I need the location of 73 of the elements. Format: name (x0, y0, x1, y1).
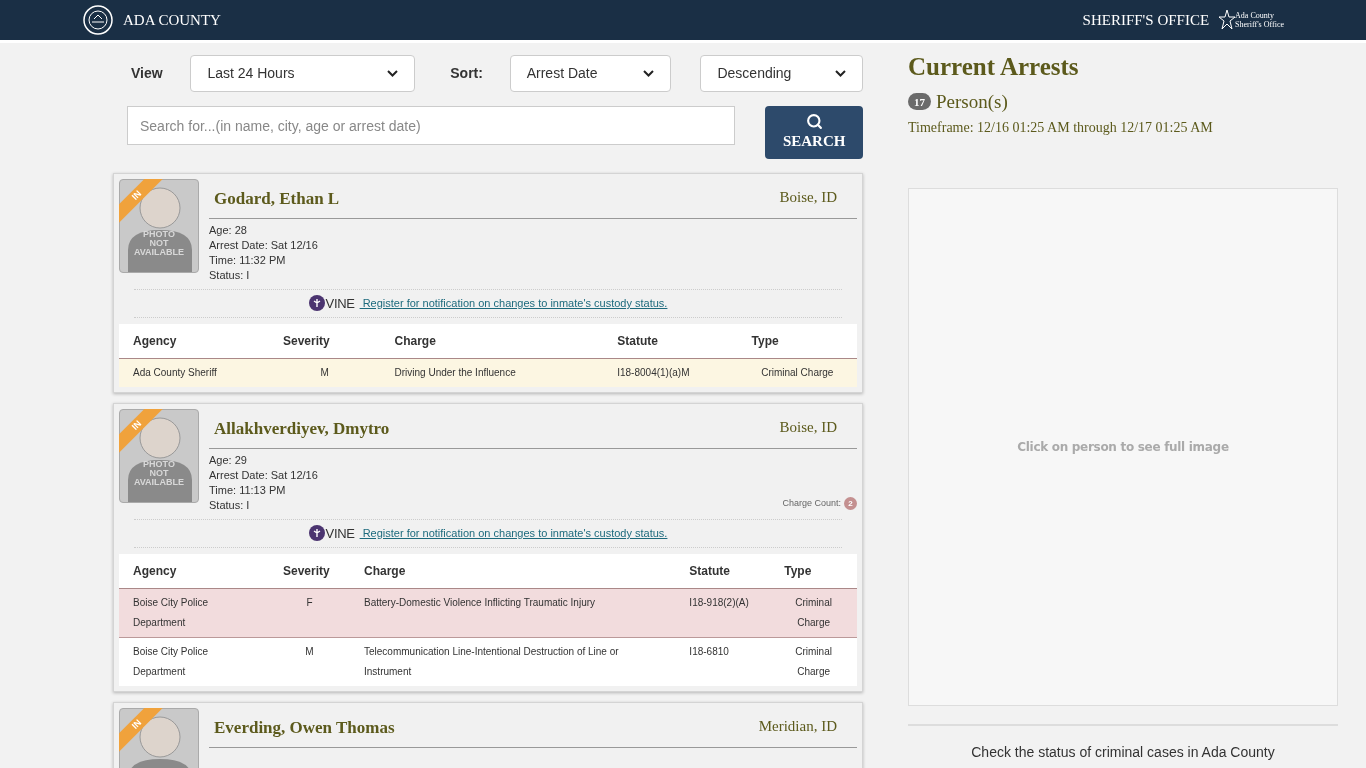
view-label: View (131, 64, 164, 83)
column-header: Statute (675, 554, 771, 589)
vine-logo-icon (308, 525, 325, 542)
table-cell: Boise City Police Department (119, 637, 269, 686)
column-header: Agency (119, 554, 269, 589)
table-cell: I18-918(2)(A) (675, 588, 771, 638)
search-icon (805, 112, 823, 130)
table-cell: Driving Under the Influence (380, 358, 604, 387)
vine-logo-icon (308, 295, 325, 312)
photo-not-available-label: PHOTO NOT AVAILABLE (133, 460, 185, 487)
detail-text: Status: I (209, 497, 251, 513)
column-header: Statute (603, 324, 738, 359)
site-title[interactable]: ADA COUNTY (123, 8, 221, 32)
chevron-icon (643, 70, 655, 77)
table-cell: M (269, 358, 381, 387)
column-header: Severity (269, 324, 381, 359)
section-title: Current Arrests (908, 52, 1080, 82)
column-header: Severity (269, 554, 350, 589)
table-cell: Criminal Charge (737, 358, 857, 387)
person-name[interactable]: Everding, Owen Thomas (214, 715, 395, 741)
vine-register-link[interactable]: Register for notification on changes to inmate's custody status. (359, 525, 668, 542)
count-badge: 17 (908, 93, 931, 111)
table-cell: I18-8004(1)(a)M (603, 358, 738, 387)
location-text: Boise, ID (779, 418, 838, 437)
vine-register-link[interactable]: Register for notification on changes to inmate's custody status. (359, 295, 668, 312)
column-header: Charge (380, 324, 604, 359)
charge-count-badge: 2 (844, 497, 857, 511)
table-cell: Telecommunication Line-Intentional Destruction of Line or Instrument (350, 637, 676, 686)
charge-count-label: Charge Count: (782, 497, 841, 510)
court-cases-text[interactable]: Check the status of criminal cases in Ada County (908, 742, 1338, 763)
sheriff-logo[interactable]: Ada County Sheriff's Office (1219, 9, 1284, 31)
order-select[interactable]: Descending (700, 55, 863, 92)
column-header: Type (770, 554, 857, 589)
table-cell: Boise City Police Department (119, 588, 269, 638)
detail-text: Time: 11:13 PM (209, 482, 287, 498)
vine-label: VINE (325, 294, 355, 313)
search-field[interactable]: Search for...(in name, city, age or arrest date) (127, 106, 736, 145)
table-cell: F (269, 588, 350, 638)
detail-text: Time: 11:32 PM (209, 252, 287, 268)
column-header: Agency (119, 324, 269, 359)
sort-label: Sort: (450, 64, 484, 83)
table-cell: Ada County Sheriff (119, 358, 269, 387)
county-seal-icon[interactable] (83, 5, 113, 35)
detail-text: Age: 29 (209, 452, 248, 468)
logo-text: Ada County (1235, 11, 1275, 20)
detail-text: Age: 28 (209, 222, 248, 238)
office-title[interactable]: SHERIFF'S OFFICE (1082, 8, 1210, 32)
column-header: Type (737, 324, 857, 359)
view-select[interactable]: Last 24 Hours (190, 55, 416, 92)
search-button[interactable]: SEARCH (765, 106, 863, 159)
detail-text: Arrest Date: Sat 12/16 (209, 467, 318, 483)
chevron-icon (835, 70, 846, 77)
sort-select[interactable]: Arrest Date (509, 55, 672, 92)
count-label: Person(s) (936, 89, 1008, 114)
person-name[interactable]: Godard, Ethan L (214, 186, 340, 212)
table-cell: Battery-Domestic Violence Inflicting Traumatic Injury (350, 588, 676, 638)
logo-text: Sheriff's Office (1235, 20, 1284, 29)
table-cell: M (269, 637, 350, 686)
image-hint: Click on person to see full image (1017, 439, 1229, 456)
timeframe-text: Timeframe: 12/16 01:25 AM through 12/17 01:25 AM (908, 119, 1214, 137)
column-header: Charge (350, 554, 676, 589)
location-text: Meridian, ID (758, 717, 838, 736)
detail-text: Arrest Date: Sat 12/16 (209, 237, 318, 253)
star-icon (1219, 9, 1236, 31)
detail-text: Status: I (209, 267, 251, 283)
location-text: Boise, ID (779, 188, 838, 207)
vine-label: VINE (325, 524, 355, 543)
chevron-icon (387, 70, 399, 77)
person-name[interactable]: Allakhverdiyev, Dmytro (214, 416, 390, 442)
table-cell: I18-6810 (675, 637, 771, 686)
table-cell: Criminal Charge (770, 588, 857, 638)
photo-not-available-label: PHOTO NOT AVAILABLE (133, 230, 185, 257)
table-cell: Criminal Charge (770, 637, 857, 686)
